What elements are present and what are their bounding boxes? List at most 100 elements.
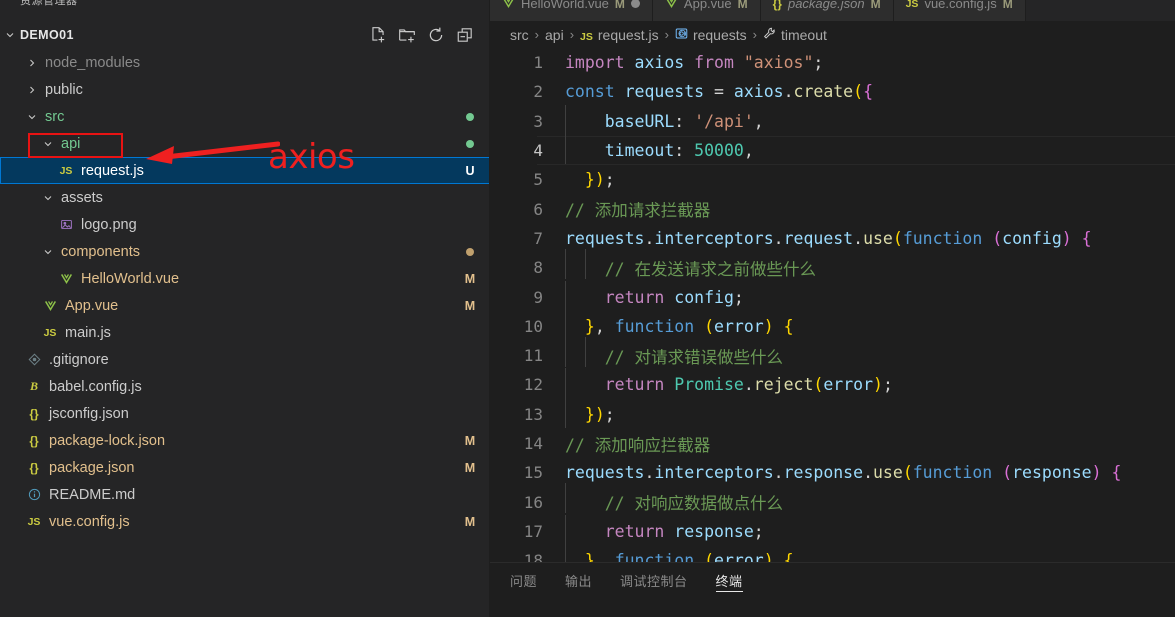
editor-tab-app-vue[interactable]: App.vue M bbox=[652, 0, 761, 21]
explorer-more-actions-icon[interactable]: ··· bbox=[452, 0, 468, 6]
tree-item-label: HelloWorld.vue bbox=[81, 270, 180, 287]
code-line[interactable]: 11 // 对请求错误做些什么 bbox=[490, 336, 1175, 370]
tree-row-public[interactable]: public bbox=[0, 76, 490, 103]
breadcrumb-item-request-js[interactable]: JS request.js bbox=[580, 27, 659, 43]
panel-tab-0[interactable]: 问题 bbox=[510, 563, 537, 598]
code-line[interactable]: 4 timeout: 50000, bbox=[490, 134, 1175, 166]
sidebar-editor-divider[interactable] bbox=[489, 0, 490, 617]
code-line[interactable]: 2 const requests = axios.create({ bbox=[490, 77, 1175, 106]
editor-tab-label: package.json bbox=[787, 0, 865, 11]
line-number: 17 bbox=[523, 521, 543, 541]
code-line-text: requests.interceptors.response.use(funct… bbox=[565, 463, 1122, 483]
tree-item-label: src bbox=[45, 108, 65, 125]
panel-tab-1[interactable]: 输出 bbox=[565, 563, 592, 598]
new-file-icon[interactable] bbox=[369, 26, 387, 44]
chevron-down-icon[interactable] bbox=[24, 111, 40, 123]
panel-tab-3[interactable]: 终端 bbox=[715, 563, 743, 598]
tree-row-jsconfig-json[interactable]: {} jsconfig.json bbox=[0, 400, 490, 427]
breadcrumb-item-requests[interactable]: requests bbox=[675, 27, 747, 43]
code-line[interactable]: 7 requests.interceptors.request.use(funct… bbox=[490, 224, 1175, 253]
tree-row-src[interactable]: src bbox=[0, 103, 490, 130]
code-editor[interactable]: 1 import axios from "axios"; 2 const reques… bbox=[490, 48, 1175, 562]
tree-row-package-json[interactable]: {} package.json M bbox=[0, 454, 490, 481]
code-line[interactable]: 5 }); bbox=[490, 165, 1175, 194]
tree-item-label: README.md bbox=[49, 486, 136, 503]
code-line[interactable]: 9 return config; bbox=[490, 280, 1175, 311]
line-number: 9 bbox=[533, 287, 543, 307]
code-line[interactable]: 10 }, function (error) { bbox=[490, 309, 1175, 341]
tree-row-babel-config-js[interactable]: Bbabel.config.js bbox=[0, 373, 490, 400]
breadcrumb-separator-icon: › bbox=[664, 27, 669, 42]
breadcrumb-item-timeout[interactable]: timeout bbox=[763, 27, 827, 43]
tree-row-api[interactable]: api bbox=[0, 130, 490, 157]
tree-item-label: public bbox=[45, 81, 83, 98]
code-line[interactable]: 13 }); bbox=[490, 397, 1175, 429]
editor-tab-dirty-badge: M bbox=[737, 0, 748, 11]
tree-row-assets[interactable]: assets bbox=[0, 184, 490, 211]
editor-tab-unsaved-dot-icon[interactable] bbox=[630, 0, 640, 8]
tree-item-label: request.js bbox=[81, 162, 144, 179]
tree-row-components[interactable]: components bbox=[0, 238, 490, 265]
tree-row-package-lock-json[interactable]: {} package-lock.json M bbox=[0, 427, 490, 454]
chevron-down-icon[interactable] bbox=[40, 246, 56, 258]
editor-tab-helloworld-vue[interactable]: HelloWorld.vue M bbox=[490, 0, 653, 21]
tree-row-request-js[interactable]: JS request.js U bbox=[0, 157, 490, 184]
json-file-icon: {} bbox=[29, 460, 39, 475]
bottom-panel: 问题 输出 调试控制台 终端 bbox=[490, 562, 1175, 617]
chevron-right-icon[interactable] bbox=[24, 84, 40, 96]
collapse-all-icon[interactable] bbox=[456, 26, 474, 44]
chevron-down-icon[interactable] bbox=[0, 29, 20, 41]
project-section-header[interactable]: DEMO01 bbox=[0, 22, 490, 47]
code-line-text: // 添加响应拦截器 bbox=[565, 435, 711, 455]
code-line[interactable]: 6 // 添加请求拦截器 bbox=[490, 194, 1175, 223]
line-number: 8 bbox=[533, 258, 543, 278]
indent-guide bbox=[585, 248, 586, 279]
tree-row-main-js[interactable]: JS main.js bbox=[0, 319, 490, 346]
code-line-text: }, function (error) { bbox=[565, 309, 794, 340]
tree-row-vue-config-js[interactable]: JS vue.config.js M bbox=[0, 508, 490, 535]
git-status-badge: M bbox=[464, 298, 476, 313]
editor-tab-package-json[interactable]: {} package.json M bbox=[760, 0, 894, 21]
json-file-icon: {} bbox=[29, 433, 39, 448]
code-line[interactable]: 17 return response; bbox=[490, 514, 1175, 546]
tree-row-node-modules[interactable]: node_modules bbox=[0, 49, 490, 76]
code-line-text: import axios from "axios"; bbox=[565, 53, 824, 73]
breadcrumb: src › api › JS request.js › requests › timeout bbox=[490, 22, 1175, 47]
code-line[interactable]: 8 // 在发送请求之前做些什么 bbox=[490, 248, 1175, 282]
chevron-right-icon[interactable] bbox=[24, 57, 40, 69]
indent-guide bbox=[565, 280, 566, 311]
code-line[interactable]: 16 // 对响应数据做点什么 bbox=[490, 483, 1175, 516]
tree-row-logo-png[interactable]: logo.png bbox=[0, 211, 490, 238]
breadcrumb-item-src[interactable]: src bbox=[510, 27, 529, 43]
code-line-text: // 对响应数据做点什么 bbox=[565, 483, 783, 514]
code-line[interactable]: 18 }, function (error) { bbox=[490, 544, 1175, 562]
tree-row-app-vue[interactable]: App.vue M bbox=[0, 292, 490, 319]
code-line-text: const requests = axios.create({ bbox=[565, 82, 873, 102]
tree-item-label: vue.config.js bbox=[49, 513, 130, 530]
code-line[interactable]: 3 baseURL: '/api', bbox=[490, 104, 1175, 136]
chevron-down-icon[interactable] bbox=[40, 138, 56, 150]
breadcrumb-separator-icon: › bbox=[534, 27, 540, 42]
code-line[interactable]: 15 requests.interceptors.response.use(fun… bbox=[490, 458, 1175, 487]
refresh-icon[interactable] bbox=[427, 26, 445, 44]
project-name: DEMO01 bbox=[20, 27, 74, 42]
vue-file-icon bbox=[56, 272, 76, 285]
tree-row-helloworld-vue[interactable]: HelloWorld.vue M bbox=[0, 265, 490, 292]
breadcrumb-item-label: timeout bbox=[780, 26, 827, 43]
editor-tab-vue-config-js[interactable]: JS vue.config.js M bbox=[893, 0, 1026, 21]
code-line[interactable]: 1 import axios from "axios"; bbox=[490, 48, 1175, 77]
babel-file-icon: B bbox=[29, 379, 38, 393]
tree-row--gitignore[interactable]: .gitignore bbox=[0, 346, 490, 373]
code-line-text: return config; bbox=[565, 280, 744, 311]
tree-item-label: package-lock.json bbox=[49, 432, 166, 449]
breadcrumb-item-api[interactable]: api bbox=[545, 27, 564, 43]
git-status-badge: U bbox=[465, 163, 475, 178]
line-number: 5 bbox=[533, 170, 543, 190]
new-folder-icon[interactable] bbox=[398, 26, 416, 44]
code-line[interactable]: 12 return Promise.reject(error); bbox=[490, 368, 1175, 399]
tree-row-readme-md[interactable]: README.md bbox=[0, 481, 490, 508]
code-line[interactable]: 14 // 添加响应拦截器 bbox=[490, 429, 1175, 458]
code-line-text: }, function (error) { bbox=[565, 544, 794, 562]
panel-tab-2[interactable]: 调试控制台 bbox=[620, 563, 688, 598]
chevron-down-icon[interactable] bbox=[40, 192, 56, 204]
